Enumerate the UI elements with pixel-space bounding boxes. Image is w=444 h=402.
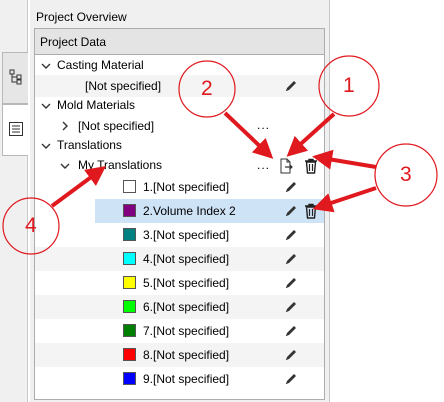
project-data-tree: Project Data Casting Material [Not speci… [34,28,325,400]
tree-node-label: Casting Material [57,58,144,72]
translation-item[interactable]: 8.[Not specified] [35,343,324,367]
translation-item[interactable]: 5.[Not specified] [35,271,324,295]
translation-item-label: 7.[Not specified] [143,324,230,338]
tab-structure[interactable] [2,52,28,104]
annotation-label-4: 4 [25,214,37,237]
translation-item[interactable]: 1.[Not specified] [35,175,324,199]
color-swatch[interactable] [123,300,136,313]
pencil-icon[interactable] [283,347,299,363]
color-swatch[interactable] [123,372,136,385]
tree-node-casting-material-value[interactable]: [Not specified] [35,75,324,97]
color-swatch[interactable] [123,228,136,241]
translation-item-label: 9.[Not specified] [143,372,230,386]
pencil-icon[interactable] [283,227,299,243]
tree-node-label: Mold Materials [57,98,136,112]
tree-node-mold-materials[interactable]: Mold Materials [35,95,324,117]
chevron-right-icon[interactable] [59,120,71,132]
tree-node-translations[interactable]: Translations [35,135,324,157]
checklist-icon [8,121,23,139]
translation-item[interactable]: 2.Volume Index 2 [95,199,324,223]
translation-item[interactable]: 7.[Not specified] [35,319,324,343]
chevron-down-icon[interactable] [40,140,52,152]
translation-item[interactable]: 3.[Not specified] [35,223,324,247]
translation-item[interactable]: 6.[Not specified] [35,295,324,319]
annotation-arrow-3a [312,149,377,170]
pencil-icon[interactable] [283,203,299,219]
translation-item-label: 2.Volume Index 2 [143,204,236,218]
chevron-down-icon[interactable] [40,60,52,72]
annotation-arrow-3b [312,186,377,213]
color-swatch[interactable] [123,348,136,361]
tab-checklist[interactable] [2,104,28,156]
translation-item[interactable]: 4.[Not specified] [35,247,324,271]
color-swatch[interactable] [123,180,136,193]
pencil-icon[interactable] [283,299,299,315]
chevron-down-icon[interactable] [40,100,52,112]
tree-node-mold-materials-value[interactable]: [Not specified] ... [35,115,324,137]
more-options-button[interactable]: ... [257,118,270,132]
panel-title: Project Overview [36,10,127,24]
translation-item-label: 4.[Not specified] [143,252,230,266]
tree-node-casting-material[interactable]: Casting Material [35,55,324,77]
annotation-label-3: 3 [400,163,412,186]
project-overview-window: Project Overview Project Data Casting Ma… [0,0,444,402]
color-swatch[interactable] [123,276,136,289]
translation-item[interactable]: 9.[Not specified] [35,367,324,391]
tree-header: Project Data [35,29,324,55]
chevron-down-icon[interactable] [59,160,71,172]
pencil-icon[interactable] [283,179,299,195]
tree-structure-icon [9,69,23,88]
vertical-tab-strip [0,0,28,402]
pencil-icon[interactable] [283,275,299,291]
translation-item-label: 8.[Not specified] [143,348,230,362]
more-options-button[interactable]: ... [257,158,270,172]
translation-item-label: 1.[Not specified] [143,180,230,194]
color-swatch[interactable] [123,252,136,265]
trash-icon[interactable] [303,203,319,219]
tree-node-my-translations[interactable]: My Translations ... [35,155,324,177]
translation-item-label: 3.[Not specified] [143,228,230,242]
pencil-icon[interactable] [283,78,299,94]
annotation-label-1: 1 [343,74,355,97]
pencil-icon[interactable] [283,323,299,339]
color-swatch[interactable] [123,324,136,337]
color-swatch[interactable] [123,204,136,217]
pencil-icon[interactable] [283,251,299,267]
document-export-icon[interactable] [278,158,294,174]
annotation-label-2: 2 [201,77,213,100]
translation-item-label: 6.[Not specified] [143,300,230,314]
project-overview-panel: Project Overview Project Data Casting Ma… [30,0,330,402]
pencil-icon[interactable] [283,371,299,387]
tree-node-label: Translations [57,138,122,152]
trash-icon[interactable] [303,158,319,174]
translation-item-label: 5.[Not specified] [143,276,230,290]
tree-node-label: My Translations [78,158,163,172]
tree-node-label: [Not specified] [78,119,155,133]
tree-node-label: [Not specified] [85,79,162,93]
